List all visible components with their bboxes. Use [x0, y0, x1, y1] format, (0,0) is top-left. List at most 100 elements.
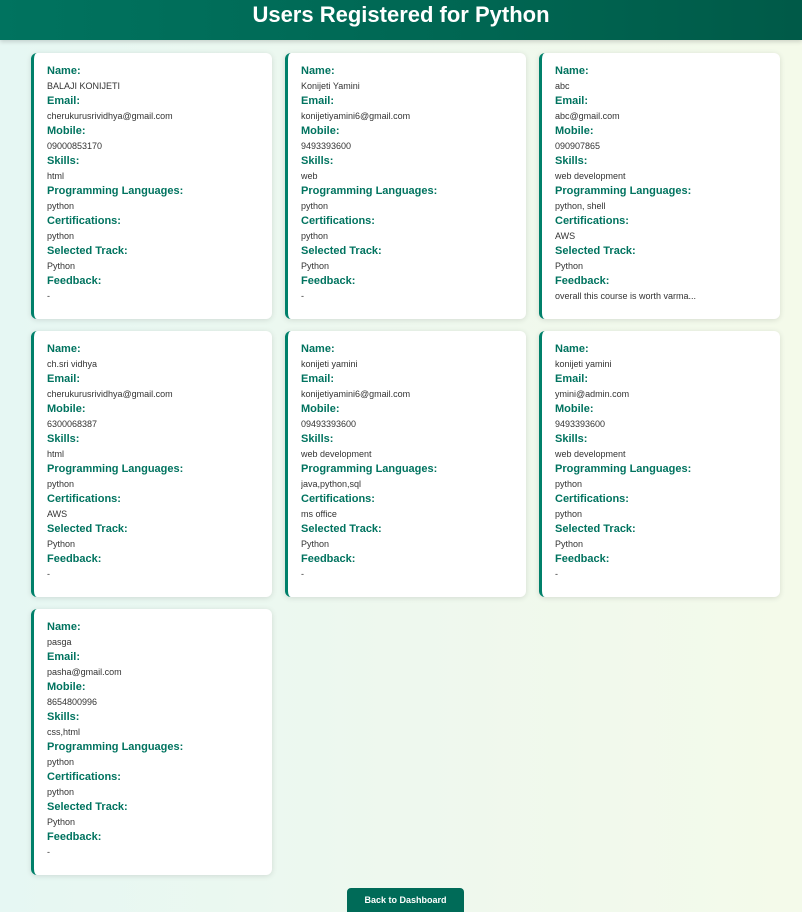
- languages-value: python: [301, 201, 329, 211]
- languages-value: java,python,sql: [301, 479, 362, 489]
- certifications-value: python: [555, 509, 583, 519]
- skills-label: Skills:: [47, 155, 80, 167]
- feedback-label: Feedback:: [555, 275, 610, 287]
- mobile-value: 090907865: [555, 141, 601, 151]
- skills-value: css,html: [47, 727, 81, 737]
- track-label: Selected Track:: [555, 523, 636, 535]
- feedback-value: -: [47, 569, 50, 579]
- user-card-grid: Name: BALAJI KONIJETI Email: cherukurusr…: [31, 53, 781, 875]
- track-label: Selected Track:: [47, 801, 128, 813]
- user-card: Name: konijeti yamini Email: konijetiyam…: [285, 331, 526, 597]
- feedback-label: Feedback:: [47, 275, 102, 287]
- name-value: abc: [555, 81, 570, 91]
- certifications-label: Certifications:: [47, 771, 121, 783]
- name-label: Name:: [555, 343, 589, 355]
- certifications-label: Certifications:: [47, 493, 121, 505]
- languages-label: Programming Languages:: [47, 463, 184, 475]
- certifications-label: Certifications:: [301, 215, 375, 227]
- feedback-value: -: [301, 291, 304, 301]
- feedback-value: -: [555, 569, 558, 579]
- feedback-label: Feedback:: [301, 553, 356, 565]
- mobile-label: Mobile:: [47, 681, 86, 693]
- feedback-value: -: [47, 847, 50, 857]
- track-label: Selected Track:: [301, 523, 382, 535]
- track-value: Python: [555, 261, 584, 271]
- mobile-value: 9493393600: [301, 141, 352, 151]
- certifications-value: python: [301, 231, 329, 241]
- languages-label: Programming Languages:: [47, 185, 184, 197]
- skills-label: Skills:: [555, 433, 588, 445]
- name-label: Name:: [555, 65, 589, 77]
- mobile-label: Mobile:: [47, 403, 86, 415]
- certifications-value: python: [47, 231, 75, 241]
- skills-value: web development: [555, 171, 626, 181]
- email-label: Email:: [301, 95, 335, 107]
- page-header: Users Registered for Python: [0, 0, 802, 40]
- certifications-label: Certifications:: [555, 493, 629, 505]
- name-label: Name:: [301, 343, 335, 355]
- name-value: pasga: [47, 637, 72, 647]
- email-label: Email:: [301, 373, 335, 385]
- name-value: BALAJI KONIJETI: [47, 81, 121, 91]
- languages-value: python, shell: [555, 201, 606, 211]
- user-card: Name: Konijeti Yamini Email: konijetiyam…: [285, 53, 526, 319]
- mobile-value: 9493393600: [555, 419, 606, 429]
- skills-value: web development: [301, 449, 372, 459]
- track-value: Python: [47, 539, 76, 549]
- feedback-value: -: [47, 291, 50, 301]
- email-label: Email:: [555, 373, 589, 385]
- feedback-label: Feedback:: [47, 553, 102, 565]
- name-value: konijeti yamini: [555, 359, 612, 369]
- skills-label: Skills:: [47, 433, 80, 445]
- email-value: cherukurusrividhya@gmail.com: [47, 389, 173, 399]
- email-value: ymini@admin.com: [555, 389, 630, 399]
- languages-label: Programming Languages:: [555, 463, 692, 475]
- user-card: Name: pasga Email: pasha@gmail.com Mobil…: [31, 609, 272, 875]
- skills-value: web: [301, 171, 318, 181]
- certifications-label: Certifications:: [47, 215, 121, 227]
- name-value: Konijeti Yamini: [301, 81, 360, 91]
- email-value: konijetiyamini6@gmail.com: [301, 389, 411, 399]
- mobile-label: Mobile:: [301, 125, 340, 137]
- track-value: Python: [555, 539, 584, 549]
- skills-value: web development: [555, 449, 626, 459]
- certifications-value: AWS: [555, 231, 576, 241]
- certifications-value: AWS: [47, 509, 68, 519]
- skills-value: html: [47, 449, 65, 459]
- languages-label: Programming Languages:: [47, 741, 184, 753]
- name-value: ch.sri vidhya: [47, 359, 98, 369]
- mobile-label: Mobile:: [47, 125, 86, 137]
- page-title: Users Registered for Python: [252, 2, 550, 27]
- skills-label: Skills:: [47, 711, 80, 723]
- feedback-label: Feedback:: [555, 553, 610, 565]
- track-value: Python: [47, 261, 76, 271]
- name-label: Name:: [47, 343, 81, 355]
- certifications-value: python: [47, 787, 75, 797]
- name-label: Name:: [47, 65, 81, 77]
- user-card: Name: BALAJI KONIJETI Email: cherukurusr…: [31, 53, 272, 319]
- track-label: Selected Track:: [47, 245, 128, 257]
- skills-value: html: [47, 171, 65, 181]
- mobile-value: 09000853170: [47, 141, 103, 151]
- feedback-value: -: [301, 569, 304, 579]
- track-value: Python: [301, 261, 330, 271]
- mobile-value: 8654800996: [47, 697, 98, 707]
- feedback-label: Feedback:: [47, 831, 102, 843]
- email-label: Email:: [47, 651, 81, 663]
- name-label: Name:: [301, 65, 335, 77]
- user-card: Name: konijeti yamini Email: ymini@admin…: [539, 331, 780, 597]
- feedback-label: Feedback:: [301, 275, 356, 287]
- name-label: Name:: [47, 621, 81, 633]
- track-value: Python: [47, 817, 76, 827]
- track-label: Selected Track:: [555, 245, 636, 257]
- name-value: konijeti yamini: [301, 359, 358, 369]
- mobile-label: Mobile:: [555, 125, 594, 137]
- mobile-label: Mobile:: [555, 403, 594, 415]
- email-value: cherukurusrividhya@gmail.com: [47, 111, 173, 121]
- skills-label: Skills:: [301, 155, 334, 167]
- email-label: Email:: [47, 373, 81, 385]
- mobile-label: Mobile:: [301, 403, 340, 415]
- back-to-dashboard-button[interactable]: Back to Dashboard: [347, 888, 464, 912]
- certifications-label: Certifications:: [555, 215, 629, 227]
- email-label: Email:: [555, 95, 589, 107]
